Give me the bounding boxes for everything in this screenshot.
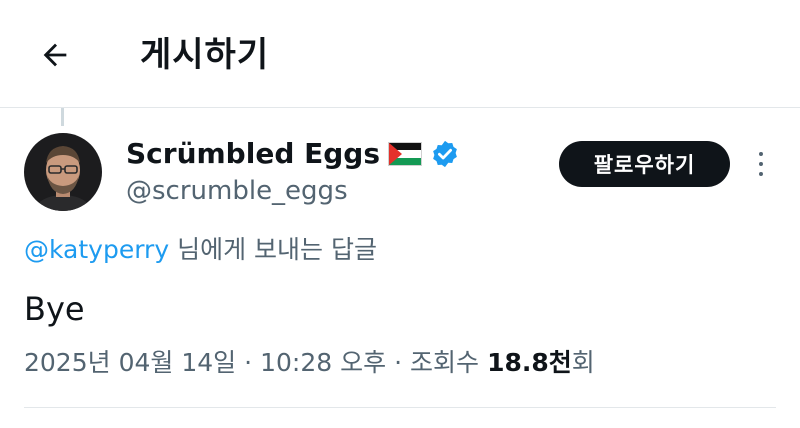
reply-context: @katyperry 님에게 보내는 답글 [24,230,377,270]
more-options-button[interactable] [748,146,774,182]
thread-line [61,108,64,126]
top-bar: 게시하기 [0,0,800,108]
more-vertical-icon [759,172,763,176]
reply-suffix: 님에게 보내는 답글 [169,235,377,264]
page-title: 게시하기 [140,35,270,75]
avatar[interactable] [24,133,102,211]
verified-badge-icon[interactable] [430,139,460,169]
arrow-left-icon [43,43,67,67]
bottom-divider [24,407,776,408]
post-meta: 2025년 04월 14일 · 10:28 오후 · 조회수 18.8천회 [24,343,595,383]
meta-separator: · [244,348,253,377]
avatar-image [24,133,102,211]
post-text: Bye [24,290,85,328]
more-vertical-icon [759,152,763,156]
palestine-flag-icon [387,142,422,166]
back-button[interactable] [30,30,80,80]
author-handle[interactable]: @scrumble_eggs [126,173,348,209]
post-date[interactable]: 2025년 04월 14일 [24,343,236,383]
more-vertical-icon [759,162,763,166]
views-count[interactable]: 18.8천 [487,348,572,377]
views-unit: 회 [571,348,595,377]
mention-link[interactable]: @katyperry [24,235,169,264]
author-display-name[interactable]: Scrümbled Eggs [126,132,380,176]
post-time[interactable]: 10:28 오후 [260,343,386,383]
views-label: 조회수 [410,348,480,377]
follow-button[interactable]: 팔로우하기 [559,141,730,187]
header-divider [0,107,800,108]
meta-separator: · [394,348,403,377]
author-name-row: Scrümbled Eggs [126,132,460,176]
views-count-wrap: 18.8천회 [479,343,595,383]
